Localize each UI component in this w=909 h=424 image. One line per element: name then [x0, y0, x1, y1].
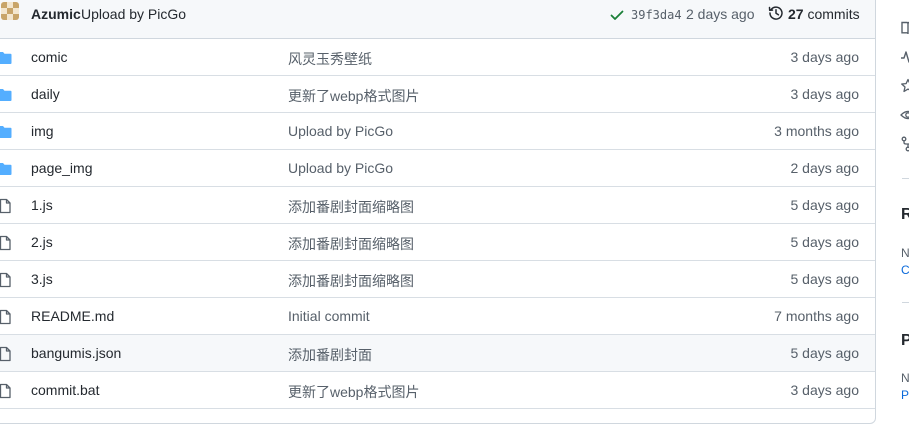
star-icon[interactable] [900, 78, 909, 94]
folder-icon [0, 126, 12, 138]
file-age: 5 days ago [790, 345, 860, 361]
file-commit-message[interactable]: 更新了webp格式图片 [288, 382, 419, 402]
file-name-link[interactable]: img [31, 123, 54, 139]
check-icon[interactable] [609, 7, 625, 23]
file-icon [0, 235, 11, 251]
commits-count: 27 [788, 6, 804, 22]
file-age: 3 months ago [774, 123, 859, 139]
file-name-link[interactable]: 2.js [31, 234, 53, 250]
file-age: 5 days ago [790, 271, 860, 287]
file-row[interactable]: comic 风灵玉秀壁纸 3 days ago [0, 39, 875, 76]
file-age: 3 days ago [790, 382, 860, 398]
fork-icon[interactable] [900, 136, 909, 152]
file-name-link[interactable]: comic [31, 49, 68, 65]
file-icon [0, 383, 11, 399]
commit-time: 2 days ago [686, 6, 755, 22]
releases-heading[interactable]: R [901, 206, 909, 224]
file-row[interactable]: 3.js 添加番剧封面缩略图 5 days ago [0, 261, 875, 298]
file-commit-message[interactable]: Initial commit [288, 308, 370, 324]
packages-text: N [901, 371, 909, 385]
file-row[interactable]: 2.js 添加番剧封面缩略图 5 days ago [0, 224, 875, 261]
file-commit-message[interactable]: Upload by PicGo [288, 123, 393, 139]
avatar[interactable] [1, 2, 19, 20]
book-icon[interactable] [900, 20, 909, 36]
folder-icon [0, 89, 12, 101]
file-name-link[interactable]: README.md [31, 308, 114, 324]
history-icon[interactable] [768, 5, 784, 21]
file-age: 7 months ago [774, 308, 859, 324]
sidebar-divider [902, 302, 909, 303]
file-row[interactable]: bangumis.json 添加番剧封面 5 days ago [0, 335, 875, 372]
file-commit-message[interactable]: 添加番剧封面缩略图 [288, 234, 414, 254]
file-icon [0, 309, 11, 325]
eye-icon[interactable] [900, 107, 909, 123]
file-row[interactable]: 1.js 添加番剧封面缩略图 5 days ago [0, 187, 875, 224]
file-name-link[interactable]: bangumis.json [31, 345, 121, 361]
file-row[interactable]: page_img Upload by PicGo 2 days ago [0, 150, 875, 187]
file-row[interactable]: daily 更新了webp格式图片 3 days ago [0, 76, 875, 113]
releases-link[interactable]: C [901, 263, 909, 277]
file-row[interactable]: README.md Initial commit 7 months ago [0, 298, 875, 335]
file-row[interactable]: commit.bat 更新了webp格式图片 3 days ago [0, 372, 875, 409]
file-name-link[interactable]: page_img [31, 160, 93, 176]
file-age: 5 days ago [790, 197, 860, 213]
file-name-link[interactable]: daily [31, 86, 60, 102]
file-icon [0, 272, 11, 288]
commit-sha[interactable]: 39f3da4 [631, 8, 682, 22]
folder-icon [0, 163, 12, 175]
file-age: 5 days ago [790, 234, 860, 250]
file-commit-message[interactable]: 添加番剧封面缩略图 [288, 197, 414, 217]
sidebar-divider [902, 178, 909, 179]
file-age: 3 days ago [790, 49, 860, 65]
file-commit-message[interactable]: 添加番剧封面 [288, 345, 372, 365]
commits-label: commits [807, 6, 860, 22]
about-sidebar: R N C P N P [882, 0, 909, 418]
file-icon [0, 346, 11, 362]
file-name-link[interactable]: commit.bat [31, 382, 99, 398]
pulse-icon[interactable] [900, 49, 909, 65]
file-age: 2 days ago [790, 160, 860, 176]
file-commit-message[interactable]: 风灵玉秀壁纸 [288, 49, 372, 69]
avatar-icon [1, 2, 19, 20]
file-commit-message[interactable]: Upload by PicGo [288, 160, 393, 176]
packages-heading[interactable]: P [901, 332, 909, 350]
commits-link[interactable]: 27 commits [788, 6, 860, 22]
file-browser: Azumic Upload by PicGo 39f3da4 2 days ag… [0, 0, 876, 424]
releases-text: N [901, 246, 909, 260]
folder-icon [0, 52, 12, 64]
file-commit-message[interactable]: 更新了webp格式图片 [288, 86, 419, 106]
latest-commit-bar: Azumic Upload by PicGo 39f3da4 2 days ag… [0, 0, 875, 39]
file-name-link[interactable]: 3.js [31, 271, 53, 287]
commit-author[interactable]: Azumic [31, 6, 81, 22]
commit-message[interactable]: Upload by PicGo [81, 6, 186, 22]
file-icon [0, 198, 11, 214]
packages-link[interactable]: P [901, 388, 909, 402]
file-age: 3 days ago [790, 86, 860, 102]
file-name-link[interactable]: 1.js [31, 197, 53, 213]
file-row[interactable]: img Upload by PicGo 3 months ago [0, 113, 875, 150]
file-commit-message[interactable]: 添加番剧封面缩略图 [288, 271, 414, 291]
